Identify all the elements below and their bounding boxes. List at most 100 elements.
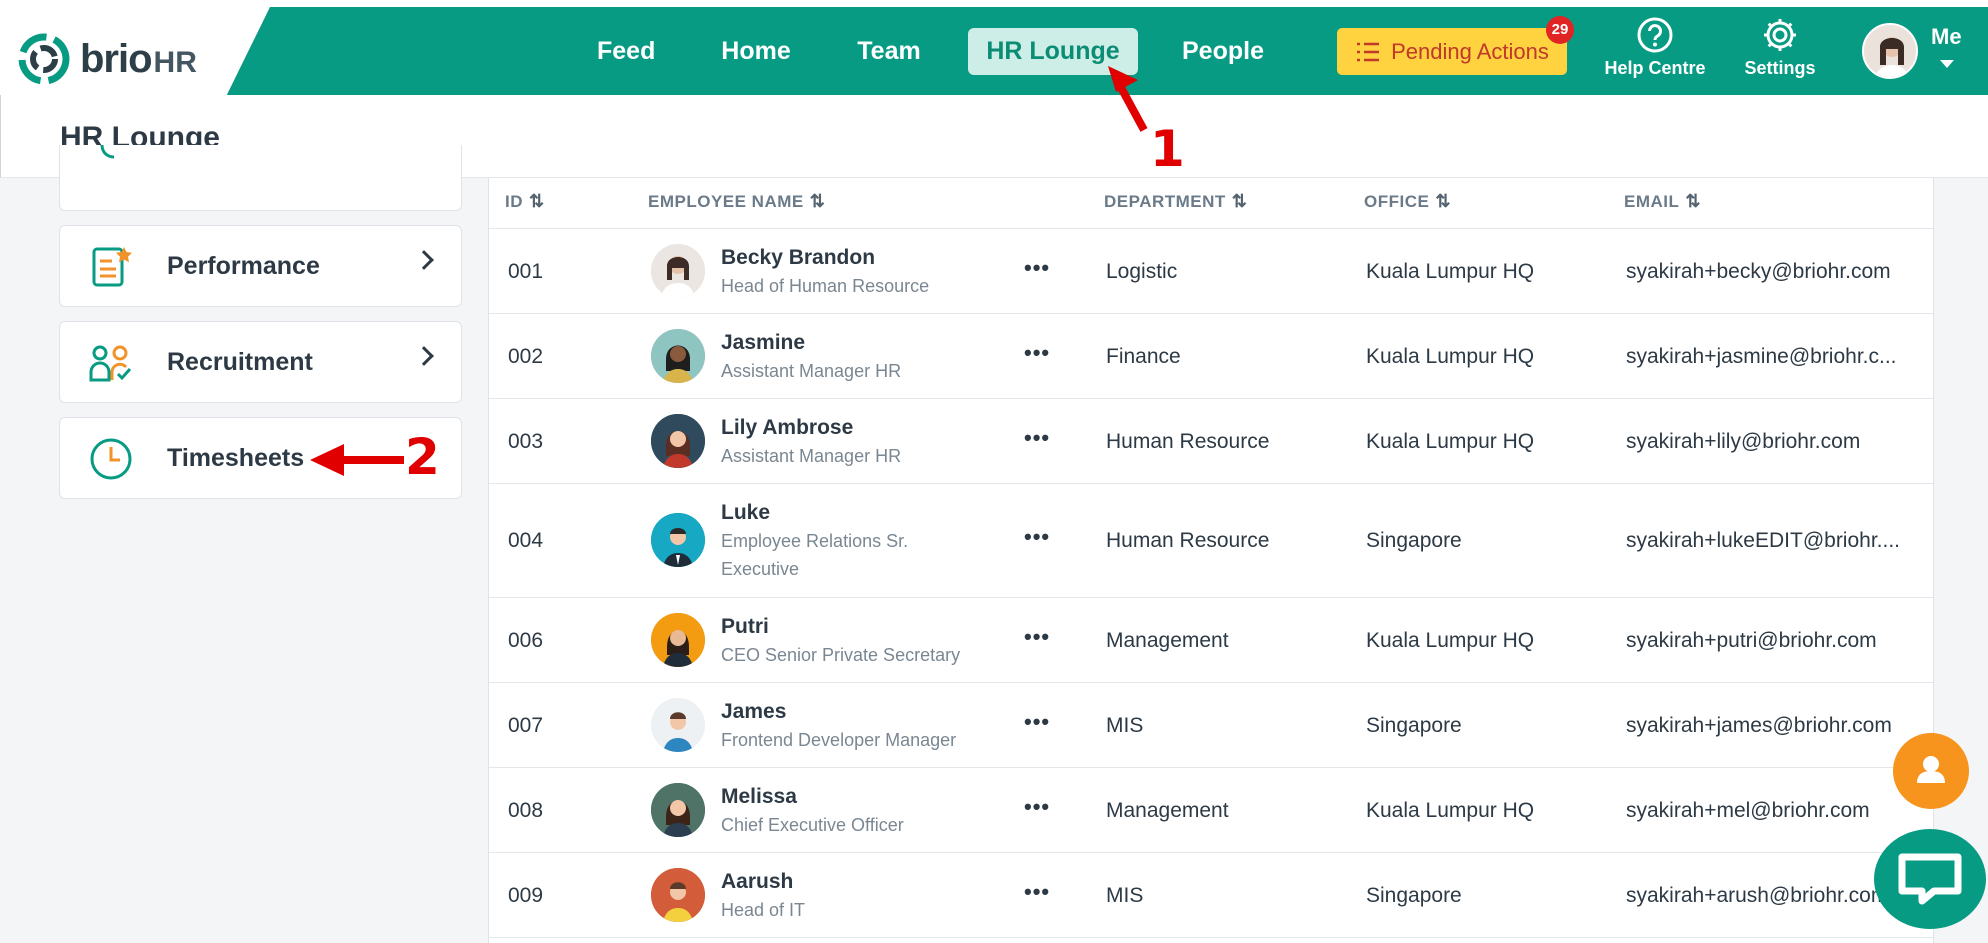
employee-name[interactable]: Putri (721, 615, 769, 639)
employee-office: Kuala Lumpur HQ (1366, 345, 1535, 368)
me-dropdown-caret-icon[interactable] (1940, 60, 1954, 68)
recruitment-icon (89, 345, 132, 382)
nav-team[interactable]: Team (857, 28, 921, 75)
checklist-icon (1357, 42, 1380, 61)
chat-bubble-icon (1898, 853, 1962, 905)
sidebar-item-recruitment[interactable]: Recruitment (59, 321, 462, 403)
employee-id: 001 (508, 260, 544, 283)
top-strip (0, 0, 1988, 7)
column-header-employee-name[interactable]: EMPLOYEE NAME ⇅ (648, 178, 825, 228)
column-header-email[interactable]: EMAIL ⇅ (1624, 178, 1701, 228)
employee-name[interactable]: Becky Brandon (721, 246, 875, 270)
me-label[interactable]: Me (1931, 24, 1962, 50)
avatar-icon (651, 244, 705, 298)
row-actions-more-icon[interactable]: ••• (1024, 879, 1050, 905)
brand-wordmark: brioHR (80, 36, 197, 81)
employee-title: Assistant Manager HR (721, 361, 902, 381)
employee-email[interactable]: syakirah+mel@briohr.com (1626, 799, 1926, 823)
employee-office: Kuala Lumpur HQ (1366, 260, 1535, 283)
table-row[interactable]: 001 Becky Brandon Head of Human Resource… (489, 229, 1933, 314)
employee-email[interactable]: syakirah+lily@briohr.com (1626, 430, 1926, 454)
avatar-icon (651, 613, 705, 667)
chevron-right-icon (414, 346, 434, 366)
employee-name[interactable]: Luke (721, 501, 770, 525)
row-actions-more-icon[interactable]: ••• (1024, 709, 1050, 735)
employee-id: 008 (508, 799, 544, 822)
column-header-department[interactable]: DEPARTMENT ⇅ (1104, 178, 1247, 228)
partial-icon (100, 145, 115, 159)
chat-support-button[interactable] (1874, 829, 1986, 929)
avatar-icon (651, 868, 705, 922)
sidebar-item-performance[interactable]: Performance (59, 225, 462, 307)
row-actions-more-icon[interactable]: ••• (1024, 524, 1050, 550)
employee-email[interactable]: syakirah+becky@briohr.com (1626, 260, 1926, 284)
settings-button[interactable]: Settings (1725, 16, 1835, 79)
annotation-arrow-2-icon (310, 444, 404, 476)
brio-logo-icon (18, 33, 70, 85)
employee-title: Chief Executive Officer (721, 815, 904, 835)
floating-user-button[interactable] (1893, 733, 1969, 809)
clock-icon (90, 438, 132, 480)
logo-area: brioHR (0, 7, 270, 95)
sort-icon[interactable]: ⇅ (529, 178, 545, 224)
employee-avatar[interactable] (651, 868, 705, 922)
employee-office: Singapore (1366, 529, 1462, 552)
employee-email[interactable]: syakirah+james@briohr.com (1626, 714, 1926, 738)
help-centre-label: Help Centre (1604, 58, 1706, 78)
avatar-icon (651, 698, 705, 752)
employee-name[interactable]: Melissa (721, 785, 797, 809)
employee-email[interactable]: syakirah+putri@briohr.com (1626, 629, 1926, 653)
employee-name[interactable]: Lily Ambrose (721, 416, 853, 440)
employee-title: Head of Human Resource (721, 276, 930, 296)
sort-icon[interactable]: ⇅ (1685, 178, 1701, 224)
employee-avatar[interactable] (651, 329, 705, 383)
employee-title: CEO Senior Private Secretary (721, 645, 961, 665)
help-centre-button[interactable]: Help Centre (1600, 16, 1710, 79)
employee-avatar[interactable] (651, 698, 705, 752)
table-row[interactable]: 003 Lily Ambrose Assistant Manager HR ••… (489, 399, 1933, 484)
employee-department: Logistic (1106, 260, 1178, 283)
pending-actions-label: Pending Actions (1391, 38, 1549, 64)
employee-title: Employee Relations Sr. Executive (721, 531, 909, 579)
employee-avatar[interactable] (651, 613, 705, 667)
pending-actions-button[interactable]: Pending Actions (1337, 28, 1567, 75)
row-actions-more-icon[interactable]: ••• (1024, 340, 1050, 366)
employee-id: 009 (508, 884, 544, 907)
row-actions-more-icon[interactable]: ••• (1024, 425, 1050, 451)
sort-icon[interactable]: ⇅ (810, 178, 826, 224)
employee-office: Singapore (1366, 884, 1462, 907)
employee-email[interactable]: syakirah+lukeEDIT@briohr.... (1626, 529, 1926, 553)
table-row[interactable]: 004 Luke Employee Relations Sr. Executiv… (489, 484, 1933, 598)
row-actions-more-icon[interactable]: ••• (1024, 255, 1050, 281)
column-header-id[interactable]: ID ⇅ (505, 178, 545, 228)
row-actions-more-icon[interactable]: ••• (1024, 794, 1050, 820)
employee-name[interactable]: Aarush (721, 870, 793, 894)
employee-avatar[interactable] (651, 414, 705, 468)
employee-department: Human Resource (1106, 529, 1270, 552)
employee-avatar[interactable] (651, 513, 705, 567)
nav-feed[interactable]: Feed (597, 28, 655, 75)
employee-name[interactable]: Jasmine (721, 331, 805, 355)
employee-avatar[interactable] (651, 244, 705, 298)
sort-icon[interactable]: ⇅ (1435, 178, 1451, 224)
employee-name[interactable]: James (721, 700, 786, 724)
employee-avatar[interactable] (651, 783, 705, 837)
employee-email[interactable]: syakirah+jasmine@briohr.c... (1626, 345, 1926, 369)
table-row[interactable]: 002 Jasmine Assistant Manager HR ••• Fin… (489, 314, 1933, 399)
employee-department: Human Resource (1106, 430, 1270, 453)
table-row[interactable]: 007 James Frontend Developer Manager •••… (489, 683, 1933, 768)
column-header-office[interactable]: OFFICE ⇅ (1364, 178, 1451, 228)
gear-icon (1764, 19, 1796, 51)
employee-office: Singapore (1366, 714, 1462, 737)
pending-count-badge: 29 (1546, 16, 1574, 44)
nav-home[interactable]: Home (721, 28, 791, 75)
table-row[interactable]: 006 Putri CEO Senior Private Secretary •… (489, 598, 1933, 683)
sidebar-item-partial[interactable] (59, 145, 462, 211)
brand-logo[interactable]: brioHR (18, 33, 197, 85)
sort-icon[interactable]: ⇅ (1232, 178, 1248, 224)
row-actions-more-icon[interactable]: ••• (1024, 624, 1050, 650)
nav-people[interactable]: People (1182, 28, 1264, 75)
table-row[interactable]: 008 Melissa Chief Executive Officer ••• … (489, 768, 1933, 853)
table-row[interactable]: 009 Aarush Head of IT ••• MIS Singapore … (489, 853, 1933, 938)
user-avatar[interactable] (1862, 23, 1918, 79)
